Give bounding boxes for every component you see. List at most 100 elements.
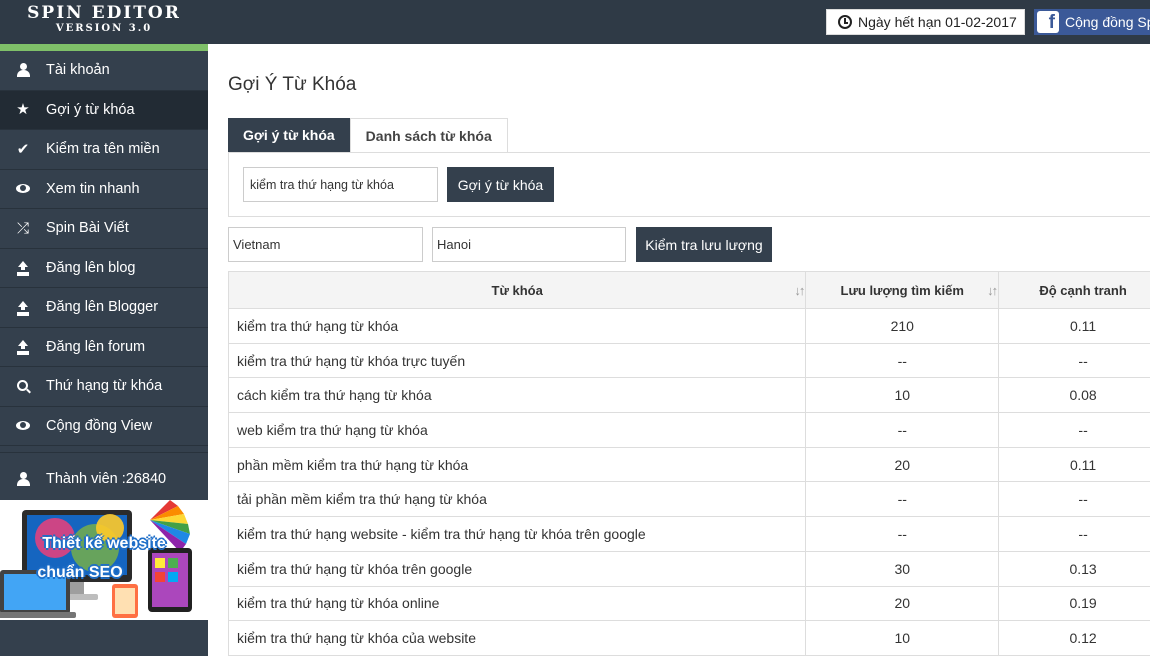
check-traffic-button[interactable]: Kiểm tra lưu lượng [636, 227, 772, 262]
competition-cell: 0.13 [998, 550, 1150, 587]
keyword-cell: tải phần mềm kiểm tra thứ hạng từ khóa [227, 481, 807, 518]
tab-bar: Gợi ý từ khóa Danh sách từ khóa [228, 118, 508, 153]
table-row[interactable]: kiểm tra thứ hạng từ khóa 210 0.11 [227, 308, 1150, 344]
sidebar-accent-strip [0, 44, 208, 51]
facebook-icon: f [1037, 11, 1059, 33]
sidebar-item-label: Đăng lên forum [46, 338, 146, 355]
page-title: Gợi Ý Từ Khóa [228, 74, 357, 95]
keyword-input[interactable] [243, 167, 438, 202]
sort-icon[interactable]: ↓↑ [794, 283, 805, 298]
sidebar-item-account[interactable]: Tài khoản [0, 51, 208, 91]
volume-cell: -- [805, 516, 1000, 552]
star-icon: ★ [16, 100, 30, 119]
keyword-cell: phần mềm kiểm tra thứ hạng từ khóa [227, 446, 807, 483]
banner-illustration [0, 500, 192, 618]
competition-cell: -- [998, 342, 1150, 379]
competition-cell: -- [998, 412, 1150, 448]
volume-cell: 30 [805, 550, 1000, 587]
expiry-badge: Ngày hết hạn 01-02-2017 [826, 9, 1025, 35]
sidebar-item-label: Spin Bài Viết [46, 220, 129, 237]
table-row[interactable]: web kiểm tra thứ hạng từ khóa -- -- [227, 412, 1150, 448]
city-input[interactable] [432, 227, 626, 262]
sidebar-item-post-blogger[interactable]: Đăng lên Blogger [0, 288, 208, 328]
column-header-label: Lưu lượng tìm kiếm [840, 282, 964, 298]
column-header-label: Từ khóa [491, 282, 543, 298]
sidebar-item-label: Cộng đồng View [46, 417, 153, 434]
sidebar-item-quick-news[interactable]: Xem tin nhanh [0, 170, 208, 209]
column-header-search-volume[interactable]: Lưu lượng tìm kiếm ↓↑ [805, 271, 1000, 309]
sidebar-item-label: Xem tin nhanh [46, 180, 140, 197]
keyword-cell: kiểm tra thứ hạng từ khóa trên google [227, 550, 807, 587]
competition-cell: 0.08 [998, 377, 1150, 414]
sidebar-item-label: Gợi ý từ khóa [46, 101, 135, 118]
keyword-cell: web kiểm tra thứ hạng từ khóa [227, 412, 807, 448]
sidebar: Tài khoản ★ Gợi ý từ khóa ✔ Kiểm tra tên… [0, 44, 208, 656]
sidebar-item-keyword-rank[interactable]: Thứ hạng từ khóa [0, 367, 208, 407]
volume-cell: 20 [805, 446, 1000, 483]
upload-icon [17, 261, 29, 274]
banner-text-line-1: Thiết kế website [42, 535, 166, 552]
table-row[interactable]: kiểm tra thứ hạng website - kiểm tra thứ… [227, 516, 1150, 552]
user-icon [16, 471, 30, 486]
tab-panel: Gợi ý từ khóa [228, 152, 1150, 217]
web-design-banner[interactable]: Thiết kế website chuẩn SEO [0, 500, 208, 620]
sidebar-item-label: Tài khoản [46, 62, 110, 79]
tab-keyword-suggest[interactable]: Gợi ý từ khóa [228, 118, 350, 153]
sidebar-item-community-view[interactable]: Cộng đồng View [0, 407, 208, 446]
banner-text-line-2: chuẩn SEO [37, 564, 123, 581]
table-row[interactable]: kiểm tra thứ hạng từ khóa của website 10… [227, 620, 1150, 656]
clock-icon [838, 15, 852, 29]
competition-cell: 0.19 [998, 585, 1150, 622]
sort-icon[interactable]: ↓↑ [987, 283, 998, 298]
keyword-cell: kiểm tra thứ hạng từ khóa online [227, 585, 807, 622]
suggest-keyword-button[interactable]: Gợi ý từ khóa [447, 167, 554, 202]
eye-icon [16, 184, 30, 194]
volume-cell: 210 [805, 308, 1000, 344]
volume-cell: -- [805, 412, 1000, 448]
keyword-cell: kiểm tra thứ hạng từ khóa trực tuyến [227, 342, 807, 379]
table-row[interactable]: tải phần mềm kiểm tra thứ hạng từ khóa -… [227, 481, 1150, 518]
upload-icon [17, 300, 29, 314]
column-header-competition[interactable]: Độ cạnh tranh [998, 271, 1150, 309]
sidebar-item-label: Thứ hạng từ khóa [46, 378, 163, 395]
sidebar-item-keyword-suggest[interactable]: ★ Gợi ý từ khóa [0, 90, 208, 130]
table-row[interactable]: kiểm tra thứ hạng từ khóa trên google 30… [227, 550, 1150, 587]
community-link-label: Cộng đồng Spin [1065, 14, 1150, 30]
column-header-label: Độ cạnh tranh [1039, 282, 1127, 298]
competition-cell: 0.12 [998, 620, 1150, 656]
column-header-keyword[interactable]: Từ khóa ↓↑ [227, 271, 807, 309]
competition-cell: 0.11 [998, 308, 1150, 344]
sidebar-item-post-forum[interactable]: Đăng lên forum [0, 328, 208, 367]
competition-cell: -- [998, 516, 1150, 552]
sidebar-item-post-blog[interactable]: Đăng lên blog [0, 249, 208, 288]
brand-logo[interactable]: SPIN EDITOR VERSION 3.0 [0, 0, 208, 44]
competition-cell: -- [998, 481, 1150, 518]
check-icon: ✔ [16, 139, 30, 158]
table-row[interactable]: phần mềm kiểm tra thứ hạng từ khóa 20 0.… [227, 446, 1150, 483]
brand-title: SPIN EDITOR [27, 3, 181, 23]
keyword-cell: kiểm tra thứ hạng website - kiểm tra thứ… [227, 516, 807, 552]
volume-cell: -- [805, 481, 1000, 518]
table-row[interactable]: cách kiểm tra thứ hạng từ khóa 10 0.08 [227, 377, 1150, 414]
sidebar-item-label: Đăng lên blog [46, 259, 136, 276]
volume-cell: -- [805, 342, 1000, 379]
user-icon [16, 63, 30, 78]
sidebar-item-spin-article[interactable]: ⤮ Spin Bài Viết [0, 209, 208, 249]
shuffle-icon: ⤮ [16, 218, 29, 237]
sidebar-item-domain-check[interactable]: ✔ Kiểm tra tên miền [0, 130, 208, 170]
sidebar-item-label: Đăng lên Blogger [46, 299, 159, 316]
table-row[interactable]: kiểm tra thứ hạng từ khóa online 20 0.19 [227, 585, 1150, 622]
table-row[interactable]: kiểm tra thứ hạng từ khóa trực tuyến -- … [227, 342, 1150, 379]
keyword-cell: kiểm tra thứ hạng từ khóa của website [227, 620, 807, 656]
upload-icon [17, 340, 29, 353]
country-input[interactable] [228, 227, 423, 262]
sidebar-item-label: Kiểm tra tên miền [46, 141, 160, 158]
volume-cell: 20 [805, 585, 1000, 622]
tab-keyword-list[interactable]: Danh sách từ khóa [349, 118, 508, 153]
member-count-label: Thành viên :26840 [46, 470, 167, 487]
volume-cell: 10 [805, 377, 1000, 414]
keyword-table: Từ khóa ↓↑ Lưu lượng tìm kiếm ↓↑ Độ cạnh… [227, 271, 1150, 656]
member-count: Thành viên :26840 [0, 452, 208, 504]
community-link[interactable]: f Cộng đồng Spin [1034, 9, 1150, 35]
keyword-cell: cách kiểm tra thứ hạng từ khóa [227, 377, 807, 414]
